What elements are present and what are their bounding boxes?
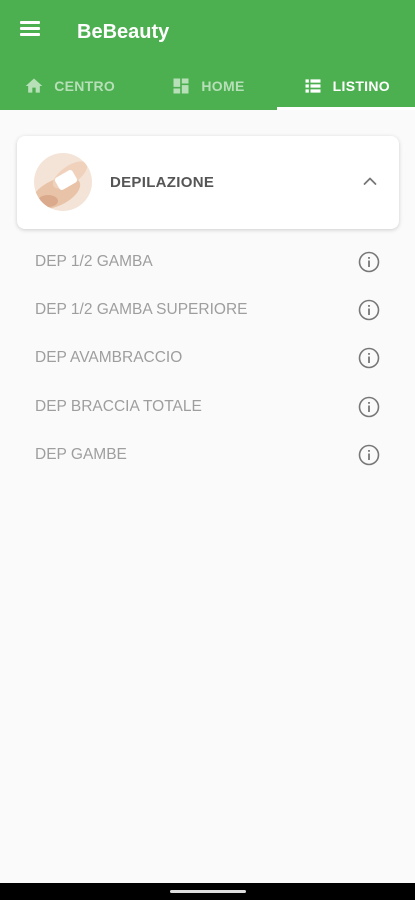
tab-label: CENTRO (54, 78, 116, 94)
tab-bar: CENTRO HOME LISTINO (0, 62, 415, 110)
tab-centro[interactable]: CENTRO (0, 62, 138, 110)
info-icon[interactable] (358, 347, 380, 369)
system-nav-bar (0, 883, 415, 900)
app-title: BeBeauty (77, 21, 170, 43)
chevron-up-icon[interactable] (363, 176, 377, 186)
home-icon (25, 78, 43, 93)
list-item[interactable]: DEP AVAMBRACCIO (0, 334, 415, 382)
list-item[interactable]: DEP 1/2 GAMBA (0, 238, 415, 286)
hamburger-menu-icon[interactable] (20, 20, 40, 36)
info-icon[interactable] (358, 299, 380, 321)
info-icon[interactable] (358, 251, 380, 273)
tab-label: LISTINO (332, 78, 390, 94)
item-label: DEP BRACCIA TOTALE (35, 397, 202, 415)
info-icon[interactable] (358, 396, 380, 418)
app-bar: BeBeauty CENTRO HOME LISTINO (0, 0, 415, 110)
tab-home[interactable]: HOME (138, 62, 276, 110)
depilation-photo (34, 153, 92, 211)
list-icon (305, 79, 321, 93)
dashboard-icon (173, 78, 189, 94)
category-image (34, 153, 92, 211)
list-item[interactable]: DEP BRACCIA TOTALE (0, 383, 415, 431)
list-item[interactable]: DEP GAMBE (0, 431, 415, 479)
item-label: DEP AVAMBRACCIO (35, 349, 183, 367)
info-icon[interactable] (358, 444, 380, 466)
category-card[interactable]: DEPILAZIONE (17, 136, 399, 229)
tab-label: HOME (201, 78, 245, 94)
item-label: DEP 1/2 GAMBA (35, 253, 153, 271)
tab-listino[interactable]: LISTINO (276, 62, 415, 110)
gesture-handle[interactable] (170, 890, 246, 893)
category-title: DEPILAZIONE (110, 174, 215, 191)
price-list: DEP 1/2 GAMBA DEP 1/2 GAMBA SUPERIORE DE… (0, 238, 415, 479)
list-item[interactable]: DEP 1/2 GAMBA SUPERIORE (0, 286, 415, 334)
item-label: DEP 1/2 GAMBA SUPERIORE (35, 301, 248, 319)
item-label: DEP GAMBE (35, 445, 127, 463)
